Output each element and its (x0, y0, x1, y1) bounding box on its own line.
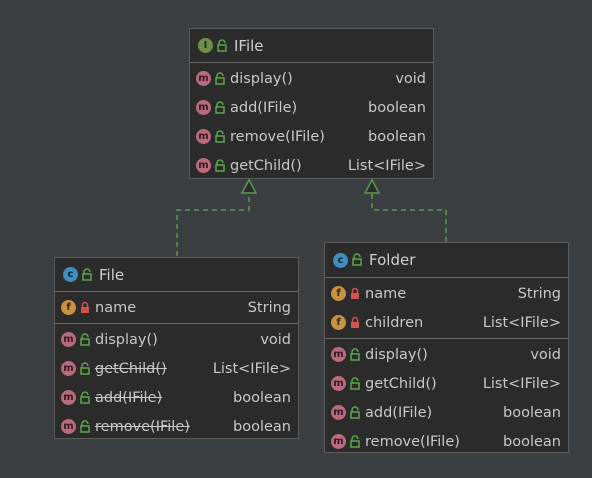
method-icon: m (331, 434, 346, 449)
method-row[interactable]: m getChild() List<IFile> (190, 151, 433, 180)
method-row[interactable]: m add(IFile) boolean (55, 383, 298, 412)
field-name: children (365, 314, 424, 331)
relation-file-ifile (176, 192, 250, 256)
realization-arrow-file (240, 178, 258, 194)
method-icon: m (331, 405, 346, 420)
field-type: String (247, 299, 291, 316)
relation-folder-ifile (371, 192, 447, 242)
method-type: boolean (503, 433, 561, 450)
field-row[interactable]: f name String (325, 279, 568, 308)
interface-icon: I (198, 38, 213, 53)
method-row[interactable]: m display() void (325, 340, 568, 369)
folder-class-box[interactable]: c Folder f name String f children List<I… (324, 242, 569, 453)
method-icon: m (196, 158, 211, 173)
field-name: name (95, 299, 137, 316)
class-name: File (99, 265, 125, 284)
method-type: boolean (233, 418, 291, 435)
method-icon: m (331, 347, 346, 362)
method-name: getChild() (95, 360, 167, 377)
class-icon: c (63, 267, 78, 282)
realization-arrow-folder (363, 178, 381, 194)
public-lock-icon (80, 390, 90, 404)
method-name: getChild() (230, 157, 302, 174)
method-name: add(IFile) (230, 99, 298, 116)
method-row[interactable]: m getChild() List<IFile> (55, 354, 298, 383)
public-lock-icon (215, 158, 225, 172)
method-icon: m (61, 419, 76, 434)
ifile-interface-box[interactable]: I IFile m display() void m add(IFile) bo… (189, 28, 434, 179)
private-lock-icon (81, 301, 89, 313)
method-type: boolean (368, 99, 426, 116)
public-lock-icon (217, 38, 227, 52)
method-name: display() (230, 70, 293, 87)
method-type: void (395, 70, 426, 87)
field-row[interactable]: f children List<IFile> (325, 308, 568, 337)
field-icon: f (331, 286, 346, 301)
fields-section: f name String (55, 292, 298, 324)
method-type: void (530, 346, 561, 363)
public-lock-icon (350, 376, 360, 390)
method-name: remove(IFile) (230, 128, 325, 145)
method-name: add(IFile) (365, 404, 433, 421)
class-header: I IFile (190, 29, 433, 63)
class-name: Folder (369, 251, 416, 269)
fields-section: f name String f children List<IFile> (325, 278, 568, 339)
method-type: boolean (368, 128, 426, 145)
public-lock-icon (215, 71, 225, 85)
method-row[interactable]: m display() void (190, 64, 433, 93)
method-name: display() (365, 346, 428, 363)
public-lock-icon (80, 361, 90, 375)
method-icon: m (196, 71, 211, 86)
method-row[interactable]: m remove(IFile) boolean (325, 427, 568, 456)
public-lock-icon (352, 253, 362, 266)
field-icon: f (61, 300, 76, 315)
private-lock-icon (351, 316, 359, 328)
field-row[interactable]: f name String (55, 293, 298, 322)
public-lock-icon (350, 347, 360, 361)
public-lock-icon (350, 434, 360, 448)
method-icon: m (196, 100, 211, 115)
file-class-box[interactable]: c File f name String m display() void m … (54, 257, 299, 439)
public-lock-icon (215, 129, 225, 143)
method-row[interactable]: m add(IFile) boolean (190, 93, 433, 122)
private-lock-icon (351, 287, 359, 299)
public-lock-icon (80, 419, 90, 433)
methods-section: m display() void m add(IFile) boolean m … (190, 63, 433, 181)
method-icon: m (61, 390, 76, 405)
method-icon: m (61, 361, 76, 376)
field-type: List<IFile> (482, 314, 561, 331)
method-icon: m (331, 376, 346, 391)
method-row[interactable]: m getChild() List<IFile> (325, 369, 568, 398)
method-name: add(IFile) (95, 389, 163, 406)
method-type: boolean (233, 389, 291, 406)
method-row[interactable]: m remove(IFile) boolean (190, 122, 433, 151)
public-lock-icon (215, 100, 225, 114)
methods-section: m display() void m getChild() List<IFile… (55, 324, 298, 442)
method-type: List<IFile> (212, 360, 291, 377)
public-lock-icon (82, 267, 92, 281)
method-type: List<IFile> (482, 375, 561, 392)
method-icon: m (196, 129, 211, 144)
class-header: c Folder (325, 243, 568, 278)
class-header: c File (55, 258, 298, 292)
public-lock-icon (350, 405, 360, 419)
method-type: List<IFile> (347, 157, 426, 174)
field-name: name (365, 285, 407, 302)
field-icon: f (331, 315, 346, 330)
class-icon: c (333, 252, 348, 268)
method-name: remove(IFile) (365, 433, 460, 450)
method-type: boolean (503, 404, 561, 421)
method-row[interactable]: m display() void (55, 325, 298, 354)
field-type: String (517, 285, 561, 302)
method-name: display() (95, 331, 158, 348)
class-name: IFile (234, 36, 264, 55)
method-icon: m (61, 332, 76, 347)
method-row[interactable]: m add(IFile) boolean (325, 398, 568, 427)
methods-section: m display() void m getChild() List<IFile… (325, 339, 568, 457)
method-name: getChild() (365, 375, 437, 392)
method-type: void (260, 331, 291, 348)
method-row[interactable]: m remove(IFile) boolean (55, 412, 298, 441)
method-name: remove(IFile) (95, 418, 190, 435)
public-lock-icon (80, 332, 90, 346)
